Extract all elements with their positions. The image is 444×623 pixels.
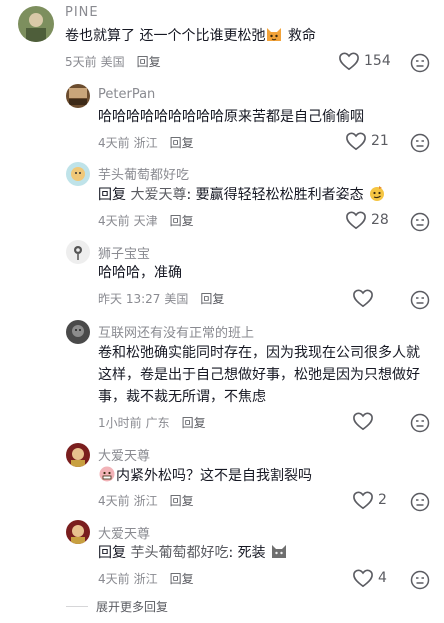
comment-author[interactable]: 大爱天尊 xyxy=(98,523,150,542)
cat-face-emoji-icon xyxy=(265,25,283,43)
avatar[interactable] xyxy=(66,320,90,344)
comment-meta: 4天前 浙江 回复 xyxy=(98,134,194,151)
like-count: 21 xyxy=(371,133,389,149)
divider xyxy=(66,606,88,607)
cat-emoji-icon xyxy=(270,542,288,560)
comment-author[interactable]: PINE xyxy=(65,5,99,20)
comment-author[interactable]: 狮子宝宝 xyxy=(98,243,150,262)
reply-to-user[interactable]: 大爱天尊 xyxy=(130,187,186,203)
like-button[interactable]: 21 xyxy=(345,131,389,151)
heart-outline-icon xyxy=(353,289,373,308)
face-emoji-icon xyxy=(98,465,116,483)
like-button[interactable]: 4 xyxy=(352,568,387,588)
heart-outline-icon xyxy=(346,132,366,151)
comment-author[interactable]: 互联网还有没有正常的班上 xyxy=(98,322,254,341)
like-count: 2 xyxy=(378,492,387,508)
comment-meta: 4天前 天津 回复 xyxy=(98,212,194,229)
like-button[interactable]: 2 xyxy=(352,490,387,510)
reply-button[interactable]: 回复 xyxy=(200,292,224,306)
dislike-face-icon[interactable] xyxy=(410,492,430,512)
smirk-emoji-icon xyxy=(368,184,386,202)
expand-more-replies-label: 展开更多回复 xyxy=(96,600,169,614)
reply-to-user[interactable]: 芋头葡萄都好吃 xyxy=(130,545,228,561)
comment-text: 卷也就算了 还一个个比谁更松弛 救命 xyxy=(65,25,385,47)
comment-meta: 4天前 浙江 回复 xyxy=(98,570,194,587)
comment-text: 哈哈哈，准确 xyxy=(98,265,182,281)
reply-button[interactable]: 回复 xyxy=(170,214,194,228)
comment-time: 4天前 xyxy=(98,572,130,586)
comment-location: 浙江 xyxy=(133,572,158,586)
comment-text: 回复 大爱天尊: 要赢得轻轻松松胜利者姿态 xyxy=(98,184,408,206)
heart-outline-icon xyxy=(346,211,366,230)
avatar[interactable] xyxy=(66,84,90,108)
reply-button[interactable]: 回复 xyxy=(182,416,206,430)
comment-meta: 4天前 浙江 回复 xyxy=(98,492,194,509)
comment-time: 昨天 13:27 xyxy=(98,292,161,306)
like-button[interactable]: 28 xyxy=(345,210,389,230)
heart-outline-icon xyxy=(353,412,373,431)
reply-prefix: 回复 xyxy=(98,545,126,561)
comment-time: 4天前 xyxy=(98,494,130,508)
dislike-face-icon[interactable] xyxy=(410,53,430,73)
heart-outline-icon xyxy=(353,569,373,588)
comment-text: 回复 芋头葡萄都好吃: 死装 xyxy=(98,542,408,564)
comment-time: 5天前 xyxy=(65,55,97,69)
dislike-face-icon[interactable] xyxy=(410,570,430,590)
comment-location: 美国 xyxy=(164,292,189,306)
comment-location: 美国 xyxy=(100,55,125,69)
like-count: 4 xyxy=(378,570,387,586)
comment-location: 浙江 xyxy=(133,136,158,150)
heart-outline-icon xyxy=(339,52,359,71)
comment-location: 天津 xyxy=(133,214,158,228)
comment-author[interactable]: 芋头葡萄都好吃 xyxy=(98,164,189,183)
dislike-face-icon[interactable] xyxy=(410,133,430,153)
reply-button[interactable]: 回复 xyxy=(170,136,194,150)
comment-text: 内紧外松吗？这不是自我割裂吗 xyxy=(98,465,408,487)
comment-author[interactable]: 大爱天尊 xyxy=(98,445,150,464)
comment-meta: 昨天 13:27 美国 回复 xyxy=(98,290,224,307)
comment-time: 1小时前 xyxy=(98,416,142,430)
comment-time: 4天前 xyxy=(98,136,130,150)
comment-text: 哈哈哈哈哈哈哈哈哈原来苦都是自己偷偷咽 xyxy=(98,109,364,125)
avatar[interactable] xyxy=(18,6,54,42)
comment-location: 广东 xyxy=(145,416,170,430)
reply-button[interactable]: 回复 xyxy=(137,55,161,69)
reply-button[interactable]: 回复 xyxy=(170,572,194,586)
comment-author[interactable]: PeterPan xyxy=(98,87,155,102)
avatar[interactable] xyxy=(66,520,90,544)
comment-meta: 5天前 美国 回复 xyxy=(65,53,161,70)
comment-text: 卷和松弛确实能同时存在，因为我现在公司很多人就这样，卷是出于自己想做好事，松弛是… xyxy=(98,345,420,405)
dislike-face-icon[interactable] xyxy=(410,290,430,310)
like-button[interactable] xyxy=(352,288,374,308)
like-button[interactable]: 154 xyxy=(338,51,391,71)
expand-more-replies[interactable]: 展开更多回复 xyxy=(66,598,168,615)
avatar[interactable] xyxy=(66,162,90,186)
avatar[interactable] xyxy=(66,443,90,467)
reply-prefix: 回复 xyxy=(98,187,126,203)
dislike-face-icon[interactable] xyxy=(410,413,430,433)
like-count: 154 xyxy=(364,53,391,69)
comment-time: 4天前 xyxy=(98,214,130,228)
reply-button[interactable]: 回复 xyxy=(170,494,194,508)
comment-meta: 1小时前 广东 回复 xyxy=(98,414,206,431)
like-button[interactable] xyxy=(352,411,374,431)
dislike-face-icon[interactable] xyxy=(410,212,430,232)
avatar[interactable] xyxy=(66,240,90,264)
comment-location: 浙江 xyxy=(133,494,158,508)
like-count: 28 xyxy=(371,212,389,228)
heart-outline-icon xyxy=(353,491,373,510)
